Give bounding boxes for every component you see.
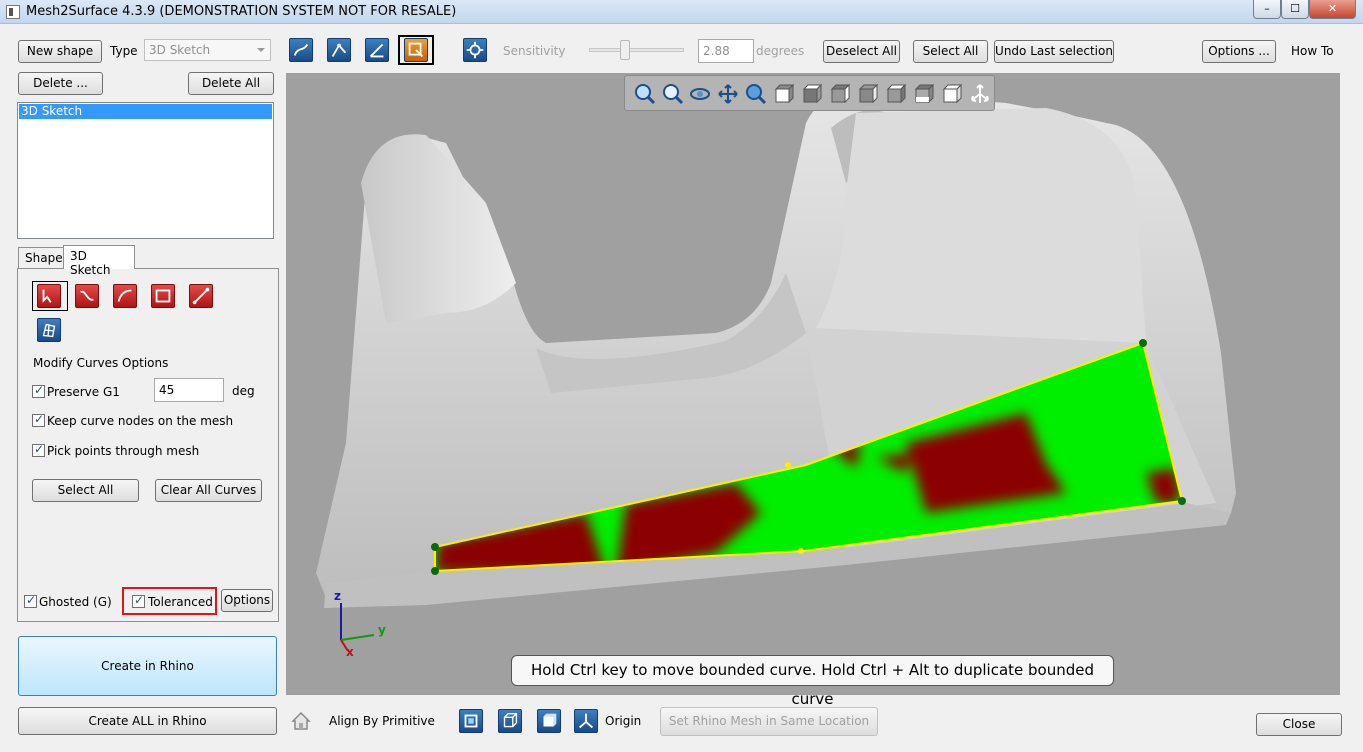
spline-curve-icon[interactable]	[75, 284, 99, 308]
curve-midpoint[interactable]	[785, 462, 791, 468]
how-to-link[interactable]: How To	[1291, 44, 1334, 58]
close-window-button[interactable]: ✕	[1309, 0, 1356, 19]
curve-midpoint[interactable]	[798, 548, 804, 554]
type-select-value: 3D Sketch	[149, 43, 211, 57]
mesh-left-post	[361, 134, 516, 323]
axis-x-label: x	[346, 645, 354, 659]
line-curve-icon[interactable]	[189, 284, 213, 308]
mesh-render	[316, 91, 1236, 652]
toleranced-label: Toleranced	[148, 595, 213, 609]
zoom-extents-icon[interactable]	[633, 82, 657, 106]
align-cube-icon[interactable]	[537, 709, 561, 733]
auto-detect-icon[interactable]	[463, 38, 487, 62]
sensitivity-label: Sensitivity	[503, 44, 566, 58]
app-icon	[6, 5, 20, 19]
modify-curves-title: Modify Curves Options	[33, 356, 169, 370]
view-iso-icon[interactable]	[940, 82, 964, 106]
slider-track	[589, 48, 684, 52]
view-toolbar	[624, 75, 995, 111]
view-bottom-icon[interactable]	[912, 82, 936, 106]
zoom-window-icon[interactable]	[661, 82, 685, 106]
select-all-button[interactable]: Select All	[913, 40, 988, 63]
options-button[interactable]: Options ...	[1202, 40, 1276, 63]
type-select[interactable]: 3D Sketch	[144, 39, 271, 61]
view-top-icon[interactable]	[884, 82, 908, 106]
origin-axes-icon[interactable]	[574, 709, 598, 733]
pick-points-checkbox[interactable]	[32, 442, 45, 457]
curve-node[interactable]	[1178, 497, 1186, 505]
pan-view-icon[interactable]	[716, 82, 740, 106]
ghosted-label: Ghosted (G)	[39, 595, 112, 609]
region-select-tool-icon[interactable]	[404, 38, 428, 62]
view-left-icon[interactable]	[828, 82, 852, 106]
window-title: Mesh2Surface 4.3.9 (DEMONSTRATION SYSTEM…	[26, 4, 457, 19]
fit-all-icon[interactable]	[968, 82, 992, 106]
set-rhino-mesh-button[interactable]: Set Rhino Mesh in Same Location	[660, 707, 878, 736]
sensitivity-slider[interactable]	[589, 40, 684, 60]
origin-label: Origin	[605, 714, 642, 728]
delete-all-button[interactable]: Delete All	[188, 72, 274, 95]
undo-selection-button[interactable]: Undo Last selection	[994, 40, 1114, 63]
axis-y-label: y	[378, 623, 386, 637]
view-back-icon[interactable]	[800, 82, 824, 106]
preserve-g1-label: Preserve G1	[47, 385, 120, 399]
title-bar: Mesh2Surface 4.3.9 (DEMONSTRATION SYSTEM…	[0, 0, 1363, 24]
home-icon[interactable]	[289, 709, 313, 733]
axis-triad	[340, 603, 375, 652]
deselect-all-button[interactable]: Deselect All	[823, 40, 900, 63]
tab-3d-sketch[interactable]: 3D Sketch	[63, 245, 135, 277]
curve-node[interactable]	[1139, 339, 1147, 347]
preserve-g1-checkbox[interactable]	[32, 383, 45, 398]
close-button[interactable]: Close	[1256, 713, 1342, 736]
toleranced-options-button[interactable]: Options	[221, 589, 273, 612]
align-plane-icon[interactable]	[459, 709, 483, 733]
freeform-curve-tool-icon[interactable]	[289, 38, 313, 62]
delete-button[interactable]: Delete ...	[18, 72, 103, 95]
list-item[interactable]: 3D Sketch	[19, 104, 272, 119]
section-curve-tool-icon[interactable]	[327, 38, 351, 62]
tab-shape[interactable]: Shape	[18, 247, 64, 269]
rotate-view-icon[interactable]	[688, 82, 712, 106]
axis-z-label: z	[334, 589, 341, 603]
select-all-curves-button[interactable]: Select All	[32, 479, 139, 502]
new-shape-button[interactable]: New shape	[18, 40, 102, 63]
view-right-icon[interactable]	[856, 82, 880, 106]
view-front-icon[interactable]	[772, 82, 796, 106]
boundary-curve-icon[interactable]	[151, 284, 175, 308]
minimize-button[interactable]: –	[1253, 0, 1281, 19]
chevron-down-icon	[257, 48, 265, 52]
pick-points-label: Pick points through mesh	[47, 444, 200, 458]
hint-banner: Hold Ctrl key to move bounded curve. Hol…	[511, 655, 1114, 708]
preserve-g1-angle-input[interactable]: 45	[154, 378, 224, 402]
select-curve-icon[interactable]	[37, 284, 61, 308]
sensitivity-input[interactable]: 2.88	[698, 39, 754, 63]
type-label: Type	[110, 44, 138, 58]
deg-label: deg	[232, 384, 255, 398]
shape-list[interactable]: 3D Sketch	[17, 102, 274, 239]
keep-nodes-checkbox[interactable]	[32, 412, 45, 427]
surface-patch-icon[interactable]	[37, 318, 61, 342]
curve-node[interactable]	[431, 543, 439, 551]
3d-viewport[interactable]: z y x	[286, 73, 1340, 695]
curve-node[interactable]	[431, 567, 439, 575]
create-all-in-rhino-button[interactable]: Create ALL in Rhino	[18, 707, 277, 735]
zoom-dynamic-icon[interactable]	[744, 82, 768, 106]
slider-thumb[interactable]	[620, 40, 630, 60]
mesh-back-wall	[816, 108, 1146, 343]
arc-curve-icon[interactable]	[113, 284, 137, 308]
align-by-primitive-label: Align By Primitive	[329, 714, 435, 728]
align-box-icon[interactable]	[498, 709, 522, 733]
edge-curve-tool-icon[interactable]	[365, 38, 389, 62]
clear-all-curves-button[interactable]: Clear All Curves	[155, 479, 262, 502]
keep-nodes-label: Keep curve nodes on the mesh	[47, 414, 234, 428]
create-in-rhino-button[interactable]: Create in Rhino	[18, 636, 277, 696]
toleranced-checkbox[interactable]	[132, 593, 145, 608]
ghosted-checkbox[interactable]	[24, 593, 37, 608]
maximize-button[interactable]: ☐	[1281, 0, 1309, 19]
degrees-label: degrees	[756, 44, 805, 58]
